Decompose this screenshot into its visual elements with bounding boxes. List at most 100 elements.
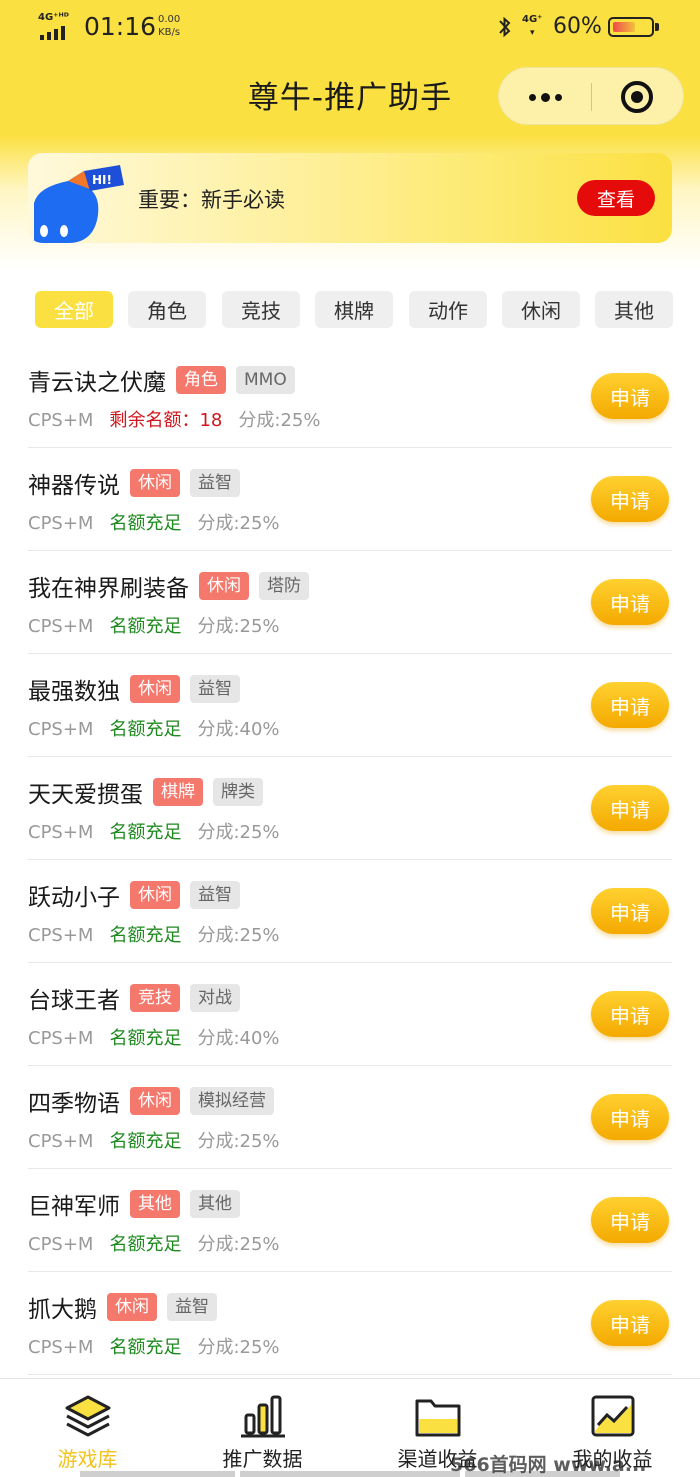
genre-tag: 模拟经营 (190, 1087, 274, 1115)
battery-percent: 60% (553, 14, 602, 39)
genre-tag: 益智 (190, 469, 240, 497)
quota-status: 名额充足 (109, 513, 182, 534)
category-tag: 休闲 (130, 469, 180, 497)
nav-item-game-library[interactable]: 游戏库 (0, 1379, 175, 1477)
watermark: 566首码网 www.a... (450, 1454, 647, 1476)
category-tag: 其他 (130, 1190, 180, 1218)
apply-button[interactable]: 申请 (591, 1300, 669, 1346)
tab-4[interactable]: 动作 (409, 291, 487, 328)
game-list-item[interactable]: 我在神界刷装备 休闲 塔防 CPS+M 名额充足 分成:25% 申请 (28, 551, 672, 654)
game-list-item[interactable]: 青云诀之伏魔 角色 MMO CPS+M 剩余名额：18 分成:25% 申请 (28, 345, 672, 448)
genre-tag: MMO (236, 366, 295, 394)
game-meta: CPS+M 名额充足 分成:25% (28, 1127, 296, 1153)
game-meta: CPS+M 名额充足 分成:40% (28, 1024, 296, 1050)
revenue-share: 分成:25% (197, 1234, 280, 1255)
game-list-item[interactable]: 抓大鹅 休闲 益智 CPS+M 名额充足 分成:25% 申请 (28, 1272, 672, 1375)
apply-button[interactable]: 申请 (591, 991, 669, 1037)
revenue-share: 分成:40% (197, 1028, 280, 1049)
game-name: 抓大鹅 (28, 1297, 97, 1323)
game-list-item[interactable]: 四季物语 休闲 模拟经营 CPS+M 名额充足 分成:25% 申请 (28, 1066, 672, 1169)
game-title-row: 最强数独 休闲 益智 (28, 672, 240, 706)
revenue-share: 分成:25% (197, 513, 280, 534)
revenue-share: 分成:25% (197, 822, 280, 843)
tab-0[interactable]: 全部 (35, 291, 113, 328)
apply-button[interactable]: 申请 (591, 373, 669, 419)
capsule-divider (591, 83, 592, 111)
genre-tag: 益智 (190, 881, 240, 909)
game-title-row: 四季物语 休闲 模拟经营 (28, 1084, 274, 1118)
apply-button[interactable]: 申请 (591, 785, 669, 831)
genre-tag: 益智 (167, 1293, 217, 1321)
game-list-item[interactable]: 巨神军师 其他 其他 CPS+M 名额充足 分成:25% 申请 (28, 1169, 672, 1272)
game-name: 我在神界刷装备 (28, 576, 189, 602)
layers-icon (65, 1395, 111, 1437)
game-meta: CPS+M 剩余名额：18 分成:25% (28, 406, 336, 432)
revenue-share: 分成:25% (197, 1337, 280, 1358)
game-meta: CPS+M 名额充足 分成:25% (28, 921, 296, 947)
game-list-item[interactable]: 神器传说 休闲 益智 CPS+M 名额充足 分成:25% 申请 (28, 448, 672, 551)
game-meta: CPS+M 名额充足 分成:25% (28, 818, 296, 844)
game-meta: CPS+M 名额充足 分成:25% (28, 509, 296, 535)
notice-text: 重要：新手必读 (138, 188, 285, 212)
revenue-share: 分成:40% (197, 719, 280, 740)
network-type-label: 4G⁺ᴴᴰ (38, 12, 69, 23)
category-tag: 休闲 (107, 1293, 157, 1321)
category-tag: 棋牌 (153, 778, 203, 806)
more-icon[interactable] (499, 68, 591, 126)
category-tabs: 全部 角色 竞技 棋牌 动作 休闲 其他 (35, 291, 675, 329)
category-tag: 休闲 (130, 1087, 180, 1115)
tab-2[interactable]: 竞技 (222, 291, 300, 328)
category-tag: 休闲 (130, 675, 180, 703)
speed-value: 0.00 (158, 14, 181, 25)
bluetooth-icon (499, 16, 511, 38)
apply-button[interactable]: 申请 (591, 682, 669, 728)
game-list-item[interactable]: 台球王者 竞技 对战 CPS+M 名额充足 分成:40% 申请 (28, 963, 672, 1066)
settlement-mode: CPS+M (28, 1028, 94, 1049)
nav-label: 推广数据 (222, 1447, 303, 1471)
quota-status: 名额充足 (109, 925, 182, 946)
nav-item-promo-data[interactable]: 推广数据 (175, 1379, 350, 1477)
speed-unit: KB/s (158, 27, 181, 38)
game-title-row: 台球王者 竞技 对战 (28, 981, 240, 1015)
quota-status: 名额充足 (109, 1028, 182, 1049)
game-list-item[interactable]: 最强数独 休闲 益智 CPS+M 名额充足 分成:40% 申请 (28, 654, 672, 757)
folder-icon (415, 1399, 461, 1437)
cellular-signal-2-icon: 4G⁺ ▾ (522, 14, 543, 38)
tab-3[interactable]: 棋牌 (315, 291, 393, 328)
hi-mascot-icon: HI! (34, 165, 124, 243)
tab-6[interactable]: 其他 (595, 291, 673, 328)
apply-button[interactable]: 申请 (591, 476, 669, 522)
game-name: 跃动小子 (28, 885, 120, 911)
tab-1[interactable]: 角色 (128, 291, 206, 328)
notice-banner[interactable]: HI! 重要：新手必读 查看 (28, 153, 672, 243)
game-name: 神器传说 (28, 473, 120, 499)
cellular-signal-icon: 4G⁺ᴴᴰ (38, 12, 78, 42)
settlement-mode: CPS+M (28, 1337, 94, 1358)
quota-status: 名额充足 (109, 1337, 182, 1358)
quota-status: 名额充足 (109, 1131, 182, 1152)
game-list-item[interactable]: 天天爱掼蛋 棋牌 牌类 CPS+M 名额充足 分成:25% 申请 (28, 757, 672, 860)
apply-button[interactable]: 申请 (591, 579, 669, 625)
settlement-mode: CPS+M (28, 513, 94, 534)
game-list-item[interactable]: 跃动小子 休闲 益智 CPS+M 名额充足 分成:25% 申请 (28, 860, 672, 963)
apply-button[interactable]: 申请 (591, 1094, 669, 1140)
settlement-mode: CPS+M (28, 1234, 94, 1255)
quota-status: 名额充足 (109, 1234, 182, 1255)
view-notice-button[interactable]: 查看 (577, 180, 655, 216)
battery-icon (608, 17, 659, 37)
game-meta: CPS+M 名额充足 分成:40% (28, 715, 296, 741)
category-tag: 休闲 (130, 881, 180, 909)
quota-status: 名额充足 (109, 719, 182, 740)
apply-button[interactable]: 申请 (591, 888, 669, 934)
game-title-row: 我在神界刷装备 休闲 塔防 (28, 569, 309, 603)
settlement-mode: CPS+M (28, 616, 94, 637)
apply-button[interactable]: 申请 (591, 1197, 669, 1243)
close-target-icon[interactable] (621, 81, 653, 113)
game-title-row: 巨神军师 其他 其他 (28, 1187, 240, 1221)
revenue-share: 分成:25% (197, 1131, 280, 1152)
tab-5[interactable]: 休闲 (502, 291, 580, 328)
bar-chart-icon (241, 1395, 285, 1438)
genre-tag: 益智 (190, 675, 240, 703)
game-name: 青云诀之伏魔 (28, 370, 166, 396)
genre-tag: 对战 (190, 984, 240, 1012)
